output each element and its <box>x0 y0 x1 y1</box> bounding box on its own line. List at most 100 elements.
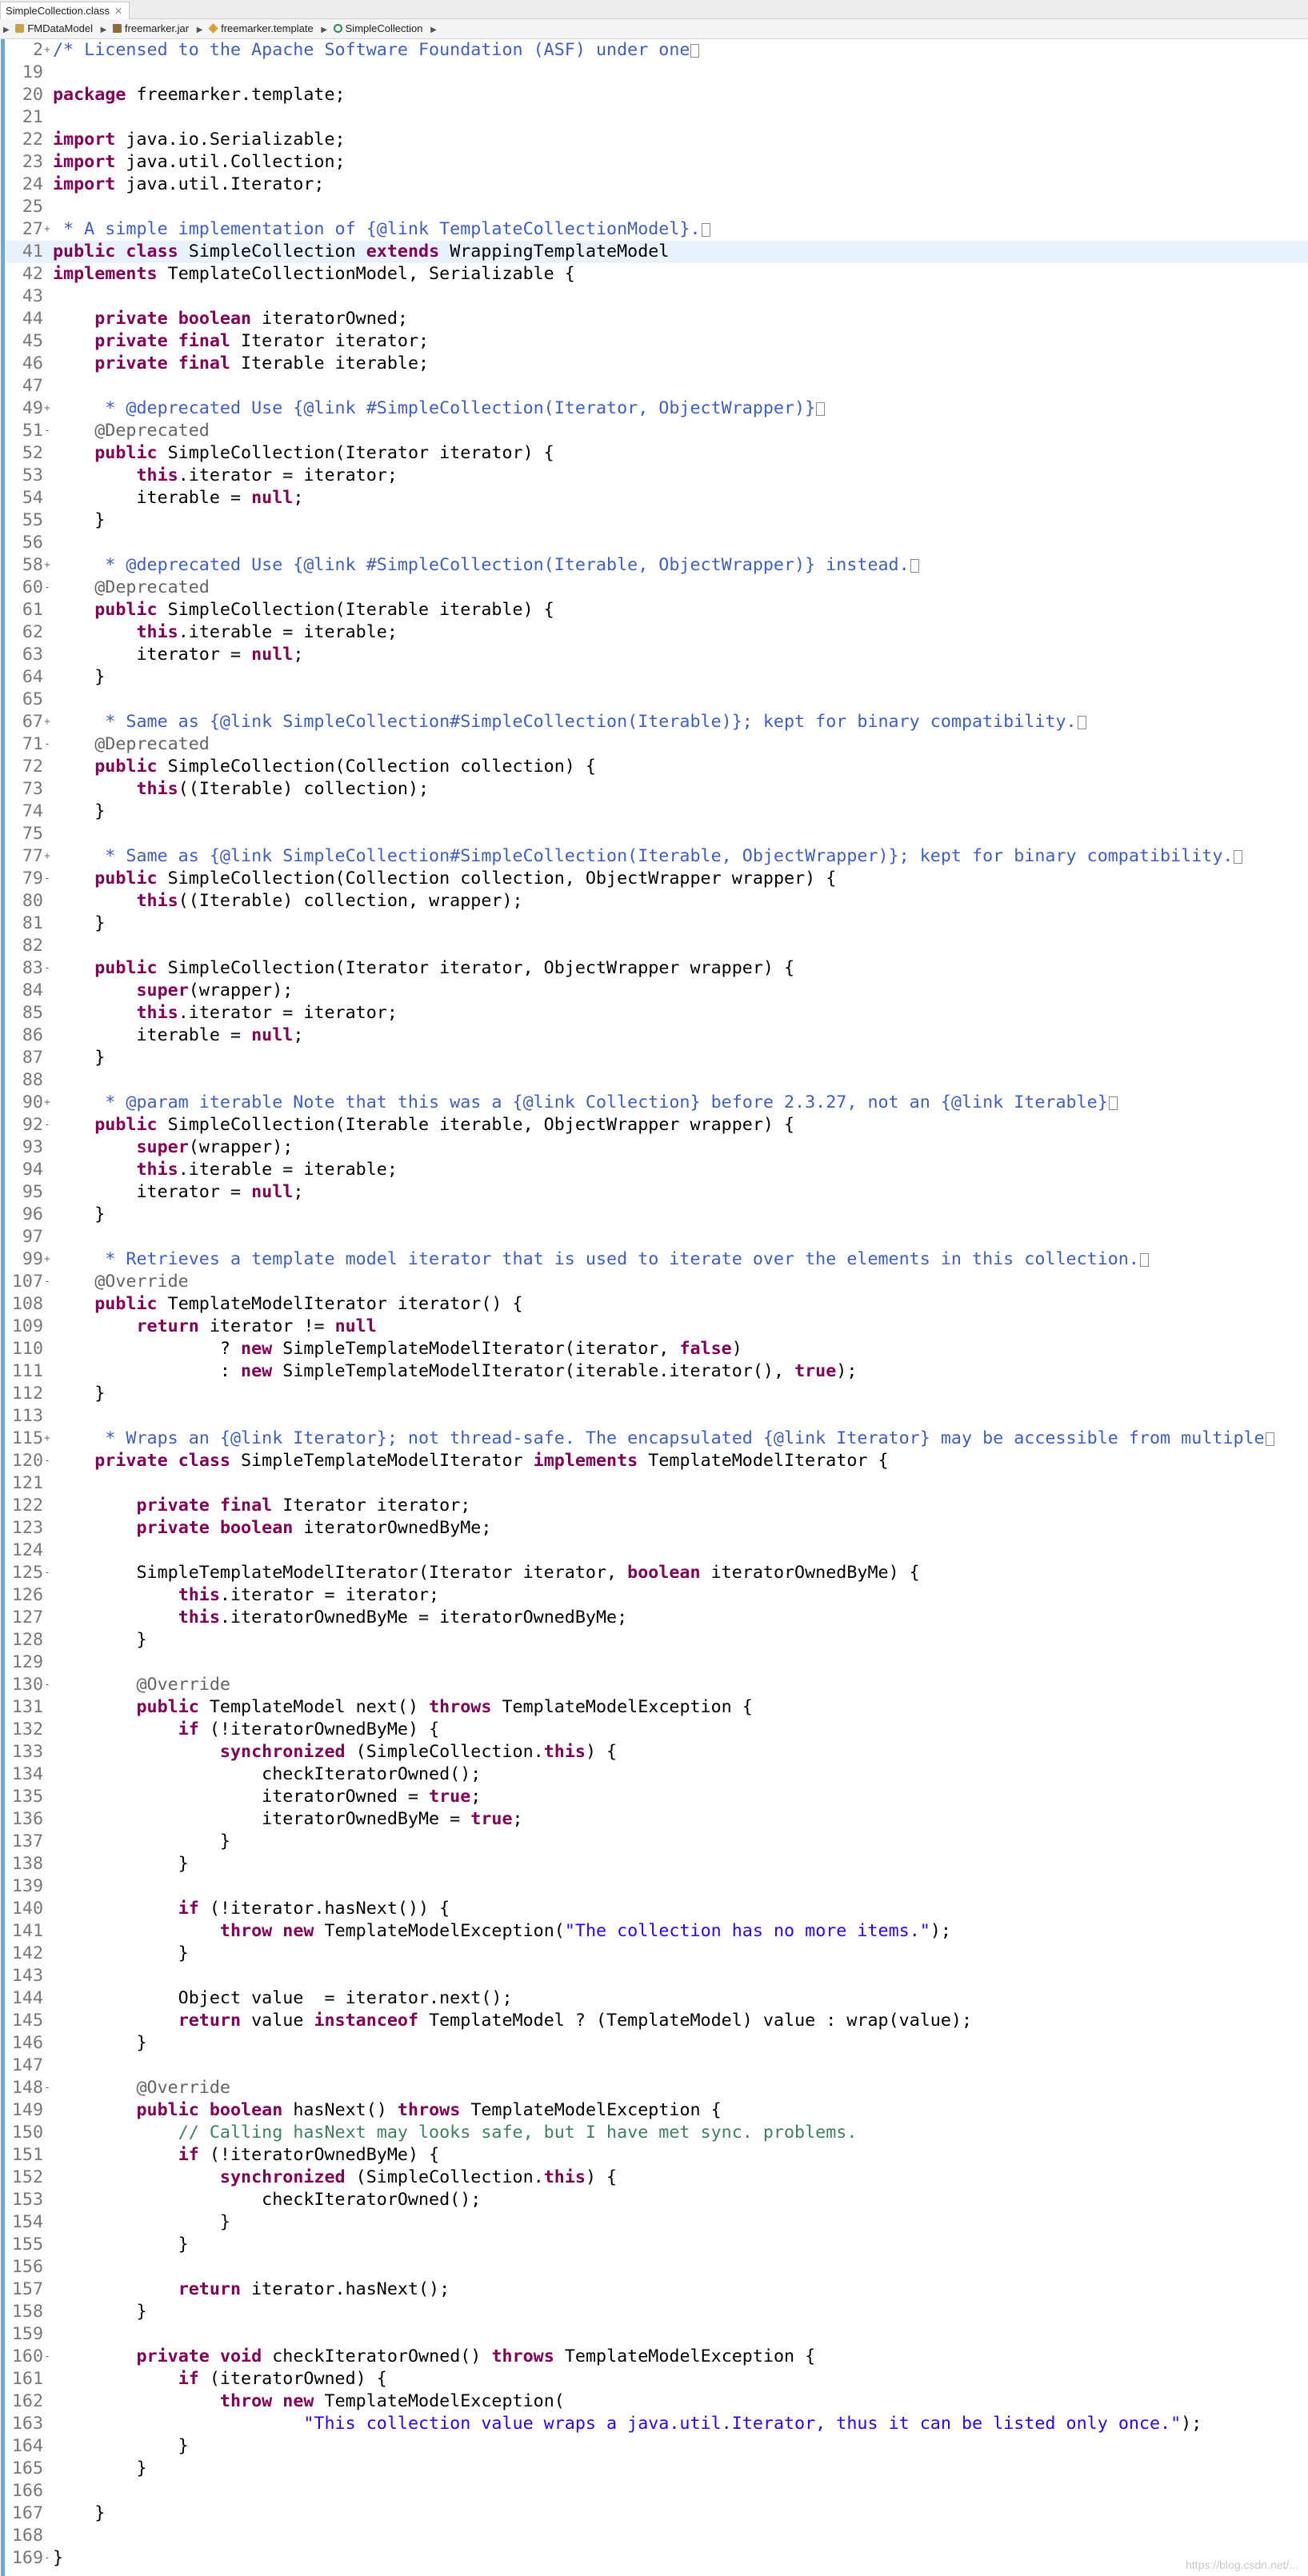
code-line[interactable]: 63 iterator = null; <box>6 644 1308 666</box>
code-line[interactable]: 56 <box>6 532 1308 554</box>
fold-toggle-icon[interactable]: + <box>44 711 52 733</box>
code-line[interactable]: 115 + * Wraps an {@link Iterator}; not th… <box>6 1428 1308 1450</box>
fold-toggle-icon[interactable]: + <box>44 39 52 62</box>
breadcrumb-class[interactable]: SimpleCollection <box>333 19 422 38</box>
code-line[interactable]: 85 this.iterator = iterator; <box>6 1002 1308 1024</box>
fold-toggle-icon[interactable]: + <box>44 1428 52 1450</box>
breadcrumb-jar[interactable]: freemarker.jar <box>112 19 189 38</box>
code-line[interactable]: 130- @Override <box>6 1674 1308 1696</box>
code-line[interactable]: 112 } <box>6 1383 1308 1405</box>
code-line[interactable]: 97 <box>6 1226 1308 1248</box>
code-line[interactable]: 52 public SimpleCollection(Iterator iter… <box>6 442 1308 465</box>
code-line[interactable]: 88 <box>6 1069 1308 1092</box>
code-line[interactable]: 152 synchronized (SimpleCollection.this)… <box>6 2167 1308 2189</box>
close-icon[interactable]: ✕ <box>114 6 122 17</box>
code-line[interactable]: 71- @Deprecated <box>6 733 1308 756</box>
code-line[interactable]: 158 } <box>6 2301 1308 2323</box>
fold-toggle-icon[interactable]: + <box>44 554 52 577</box>
code-line[interactable]: 125- SimpleTemplateModelIterator(Iterato… <box>6 1562 1308 1584</box>
code-line[interactable]: 45 private final Iterator iterator; <box>6 330 1308 353</box>
fold-toggle-icon[interactable]: - <box>44 577 52 599</box>
code-line[interactable]: 55 } <box>6 509 1308 532</box>
code-line[interactable]: 147 <box>6 2055 1308 2077</box>
code-line[interactable]: 24 import java.util.Iterator; <box>6 174 1308 196</box>
fold-toggle-icon[interactable]: - <box>44 1114 52 1136</box>
code-line[interactable]: 161 if (iteratorOwned) { <box>6 2368 1308 2390</box>
fold-toggle-icon[interactable]: - <box>44 2346 52 2368</box>
code-line[interactable]: 129 <box>6 1651 1308 1674</box>
code-line[interactable]: 109 return iterator != null <box>6 1316 1308 1338</box>
code-line[interactable]: 46 private final Iterable iterable; <box>6 353 1308 375</box>
code-line[interactable]: 61 public SimpleCollection(Iterable iter… <box>6 599 1308 621</box>
code-line[interactable]: 94 this.iterable = iterable; <box>6 1159 1308 1181</box>
code-line[interactable]: 25 <box>6 196 1308 218</box>
code-line[interactable]: 150 // Calling hasNext may looks safe, b… <box>6 2122 1308 2144</box>
code-line[interactable]: 163 "This collection value wraps a java.… <box>6 2413 1308 2435</box>
code-line[interactable]: 80 this((Iterable) collection, wrapper); <box>6 890 1308 913</box>
code-line[interactable]: 110 ? new SimpleTemplateModelIterator(it… <box>6 1338 1308 1360</box>
code-line[interactable]: 83- public SimpleCollection(Iterator ite… <box>6 957 1308 980</box>
code-line[interactable]: 21 <box>6 106 1308 129</box>
code-line[interactable]: 58 + * @deprecated Use {@link #SimpleColl… <box>6 554 1308 577</box>
fold-toggle-icon[interactable]: - <box>44 1674 52 1696</box>
code-line[interactable]: 164 } <box>6 2435 1308 2458</box>
code-line[interactable]: 149 public boolean hasNext() throws Temp… <box>6 2099 1308 2122</box>
code-line[interactable]: 162 throw new TemplateModelException( <box>6 2390 1308 2413</box>
code-line[interactable]: 127 this.iteratorOwnedByMe = iteratorOwn… <box>6 1607 1308 1629</box>
fold-toggle-icon[interactable]: - <box>44 1450 52 1472</box>
fold-toggle-icon[interactable]: - <box>44 2077 52 2099</box>
code-line[interactable]: 84 super(wrapper); <box>6 980 1308 1002</box>
code-line[interactable]: 79- public SimpleCollection(Collection c… <box>6 868 1308 890</box>
code-line[interactable]: 124 <box>6 1540 1308 1562</box>
code-line[interactable]: 145 return value instanceof TemplateMode… <box>6 2010 1308 2032</box>
code-line[interactable]: 96 } <box>6 1204 1308 1226</box>
code-line[interactable]: 82 <box>6 935 1308 957</box>
code-line[interactable]: 136 iteratorOwnedByMe = true; <box>6 1808 1308 1831</box>
code-line[interactable]: 132 if (!iteratorOwnedByMe) { <box>6 1719 1308 1741</box>
code-line[interactable]: 135 iteratorOwned = true; <box>6 1786 1308 1808</box>
code-lines[interactable]: 2 +/* Licensed to the Apache Software Fou… <box>6 39 1308 2570</box>
code-line[interactable]: 74 } <box>6 801 1308 823</box>
code-line[interactable]: 108 public TemplateModelIterator iterato… <box>6 1293 1308 1316</box>
code-line[interactable]: 123 private boolean iteratorOwnedByMe; <box>6 1517 1308 1540</box>
code-line[interactable]: 87 } <box>6 1047 1308 1069</box>
code-line[interactable]: 49 + * @deprecated Use {@link #SimpleColl… <box>6 397 1308 420</box>
code-line[interactable]: 47 <box>6 375 1308 397</box>
code-line[interactable]: 128 } <box>6 1629 1308 1651</box>
code-line[interactable]: 131 public TemplateModel next() throws T… <box>6 1696 1308 1719</box>
code-line[interactable]: 139 <box>6 1875 1308 1898</box>
fold-toggle-icon[interactable]: + <box>44 1092 52 1114</box>
code-line[interactable]: 64 } <box>6 666 1308 689</box>
code-line[interactable]: 122 private final Iterator iterator; <box>6 1495 1308 1517</box>
editor-tab-simplecollection[interactable]: SimpleCollection.class ✕ <box>0 2 130 19</box>
fold-toggle-icon[interactable]: + <box>44 218 52 241</box>
code-line[interactable]: 111 : new SimpleTemplateModelIterator(it… <box>6 1360 1308 1383</box>
fold-toggle-icon[interactable]: + <box>44 397 52 420</box>
code-line[interactable]: 20 package freemarker.template; <box>6 84 1308 106</box>
code-line[interactable]: 99 + * Retrieves a template model iterato… <box>6 1248 1308 1271</box>
code-line[interactable]: 157 return iterator.hasNext(); <box>6 2278 1308 2301</box>
code-line[interactable]: 167 } <box>6 2502 1308 2525</box>
code-line[interactable]: 141 throw new TemplateModelException("Th… <box>6 1920 1308 1943</box>
code-line[interactable]: 95 iterator = null; <box>6 1181 1308 1204</box>
code-line[interactable]: 144 Object value = iterator.next(); <box>6 1987 1308 2010</box>
code-line[interactable]: 75 <box>6 823 1308 845</box>
code-line[interactable]: 113 <box>6 1405 1308 1428</box>
code-line[interactable]: 121 <box>6 1472 1308 1495</box>
fold-toggle-icon[interactable]: - <box>44 1271 52 1293</box>
code-line[interactable]: 151 if (!iteratorOwnedByMe) { <box>6 2144 1308 2167</box>
code-line[interactable]: 153 checkIteratorOwned(); <box>6 2189 1308 2211</box>
code-line[interactable]: 60- @Deprecated <box>6 577 1308 599</box>
code-line[interactable]: 51- @Deprecated <box>6 420 1308 442</box>
code-line[interactable]: 65 <box>6 689 1308 711</box>
code-line[interactable]: 120- private class SimpleTemplateModelIt… <box>6 1450 1308 1472</box>
code-line[interactable]: 54 iterable = null; <box>6 487 1308 509</box>
fold-toggle-icon[interactable]: - <box>44 957 52 980</box>
code-line[interactable]: 62 this.iterable = iterable; <box>6 621 1308 644</box>
code-line[interactable]: 140 if (!iterator.hasNext()) { <box>6 1898 1308 1920</box>
code-line[interactable]: 168 <box>6 2525 1308 2547</box>
code-line[interactable]: 165 } <box>6 2458 1308 2480</box>
code-line[interactable]: 27 + * A simple implementation of {@link … <box>6 218 1308 241</box>
code-line[interactable]: 19 <box>6 62 1308 84</box>
code-line[interactable]: 44 private boolean iteratorOwned; <box>6 308 1308 330</box>
